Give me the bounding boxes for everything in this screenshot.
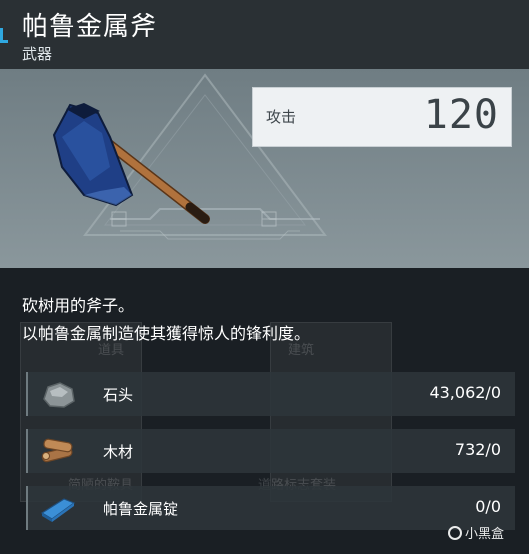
attack-label: 攻击 (266, 108, 297, 126)
pal-metal-axe-icon (52, 103, 210, 224)
material-row-wood: 木材 732/0 (26, 429, 515, 473)
material-name: 木材 (103, 443, 134, 461)
material-row-pal-metal-ingot: 帕鲁金属锭 0/0 (26, 486, 515, 530)
wood-icon (41, 438, 73, 463)
item-title: 帕鲁金属斧 (22, 12, 158, 42)
attack-stat-box: 攻击 120 (253, 88, 511, 146)
material-count: 0/0 (475, 497, 501, 516)
material-name: 帕鲁金属锭 (103, 500, 179, 518)
watermark: 小黑盒 (448, 523, 504, 542)
attack-value: 120 (423, 92, 499, 138)
watermark-logo-icon (448, 526, 462, 540)
stone-icon (43, 382, 75, 408)
material-name: 石头 (103, 386, 134, 404)
material-count: 43,062/0 (429, 383, 501, 402)
item-header: 帕鲁金属斧 武器 (0, 0, 529, 69)
material-count: 732/0 (454, 440, 501, 459)
description-line-2: 以帕鲁金属制造使其獲得惊人的锋利度。 (22, 324, 311, 343)
description-line-1: 砍树用的斧子。 (22, 296, 135, 315)
pal-metal-ingot-icon (40, 498, 76, 522)
header-accent-corner (0, 28, 8, 43)
watermark-text: 小黑盒 (465, 527, 505, 542)
item-showcase: 攻击 120 (0, 69, 529, 268)
material-row-stone: 石头 43,062/0 (26, 372, 515, 416)
item-category: 武器 (22, 45, 53, 63)
